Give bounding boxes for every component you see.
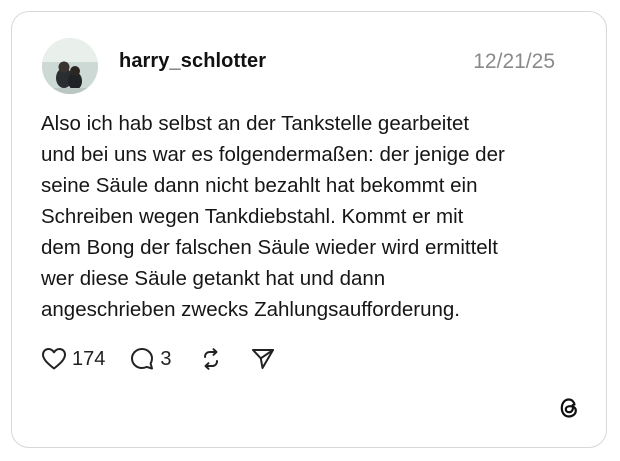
- post-text-line: seine Säule dann nicht bezahlt hat bekom…: [41, 174, 478, 197]
- post-text-line: Also ich hab selbst an der Tankstelle ge…: [41, 112, 470, 135]
- comment-count: 3: [160, 347, 172, 370]
- like-count: 174: [72, 347, 106, 370]
- username[interactable]: harry_schlotter: [119, 50, 266, 73]
- threads-logo-icon: [556, 395, 582, 421]
- post-text-line: Schreiben wegen Tankdiebstahl. Kommt er …: [41, 205, 464, 228]
- post-text-line: wer diese Säule getankt hat und dann: [41, 267, 386, 290]
- post-text: Also ich hab selbst an der Tankstelle ge…: [41, 108, 581, 325]
- avatar-photo: [42, 38, 98, 94]
- post-text-line: und bei uns war es folgendermaßen: der j…: [41, 143, 505, 166]
- comment-bubble-icon: [131, 348, 154, 370]
- send-icon: [251, 349, 274, 369]
- like-button[interactable]: 174: [41, 347, 105, 371]
- post-text-line: dem Bong der falschen Säule wieder wird …: [41, 236, 498, 259]
- post-timestamp: 12/21/25: [473, 50, 555, 73]
- post-actions: 174 3: [41, 345, 276, 373]
- repost-button[interactable]: [198, 346, 224, 372]
- repost-icon: [203, 348, 218, 370]
- avatar[interactable]: [42, 38, 98, 94]
- post-card: harry_schlotter 12/21/25 Also ich hab se…: [11, 11, 607, 448]
- share-button[interactable]: [250, 346, 276, 372]
- post-text-line: angeschrieben zwecks Zahlungsaufforderun…: [41, 298, 460, 321]
- comment-button[interactable]: 3: [129, 346, 172, 372]
- heart-icon: [42, 348, 66, 370]
